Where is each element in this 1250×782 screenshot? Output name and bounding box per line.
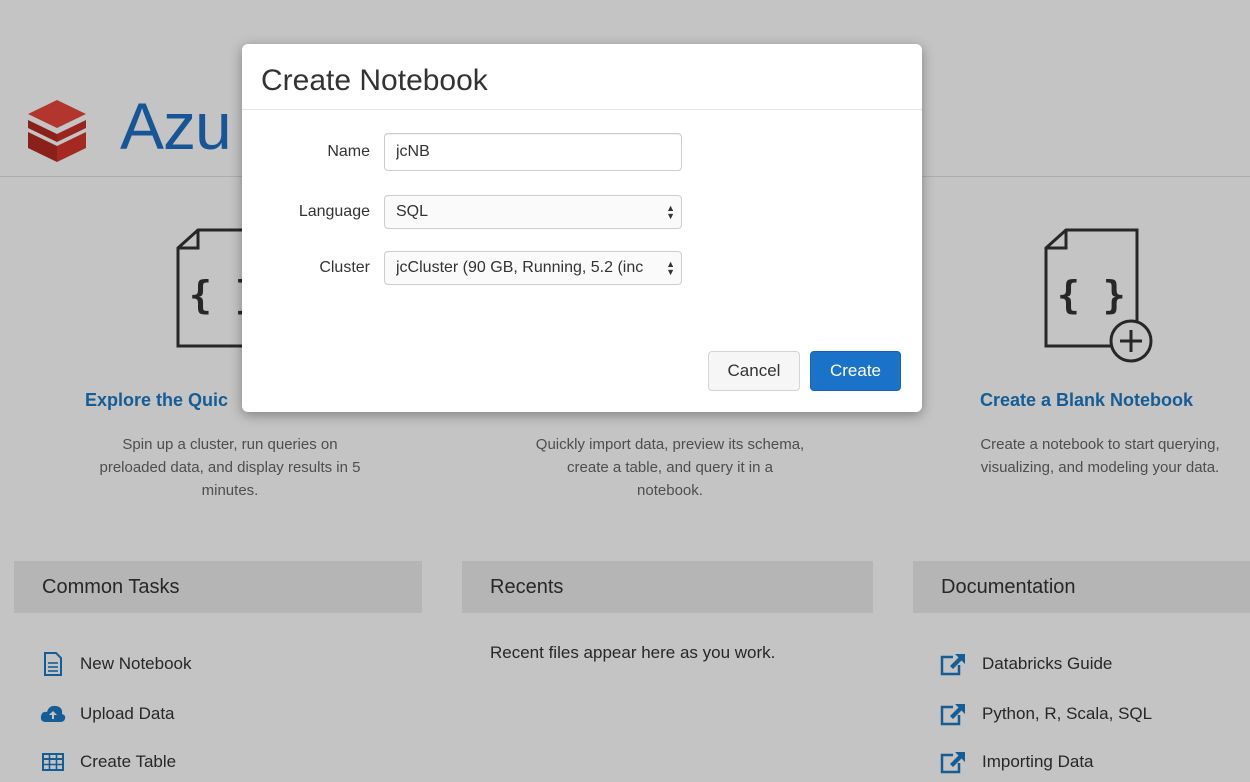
cluster-value: jcCluster (90 GB, Running, 5.2 (inc (396, 259, 644, 276)
cluster-row: Cluster jcCluster (90 GB, Running, 5.2 (… (242, 249, 922, 287)
dialog-header: Create Notebook (242, 44, 922, 110)
select-caret-icon: ▲ ▼ (666, 259, 675, 277)
language-value: SQL (396, 203, 429, 220)
create-notebook-dialog: Create Notebook Name Language SQL ▲▼ Clu… (242, 44, 922, 412)
name-label: Name (327, 143, 370, 160)
language-label: Language (298, 203, 370, 220)
name-row: Name (242, 133, 922, 171)
language-row: Language SQL ▲ ▼ (242, 193, 922, 231)
cluster-label: Cluster (319, 259, 370, 276)
select-caret-icon: ▲ ▼ (666, 203, 675, 221)
create-button[interactable]: Create (810, 351, 901, 391)
language-select[interactable]: SQL ▲ ▼ (384, 195, 682, 229)
cluster-select[interactable]: jcCluster (90 GB, Running, 5.2 (inc ▲ ▼ (384, 251, 682, 285)
dialog-title: Create Notebook (261, 64, 488, 97)
notebook-name-input[interactable] (384, 133, 682, 171)
cancel-button[interactable]: Cancel (708, 351, 800, 391)
